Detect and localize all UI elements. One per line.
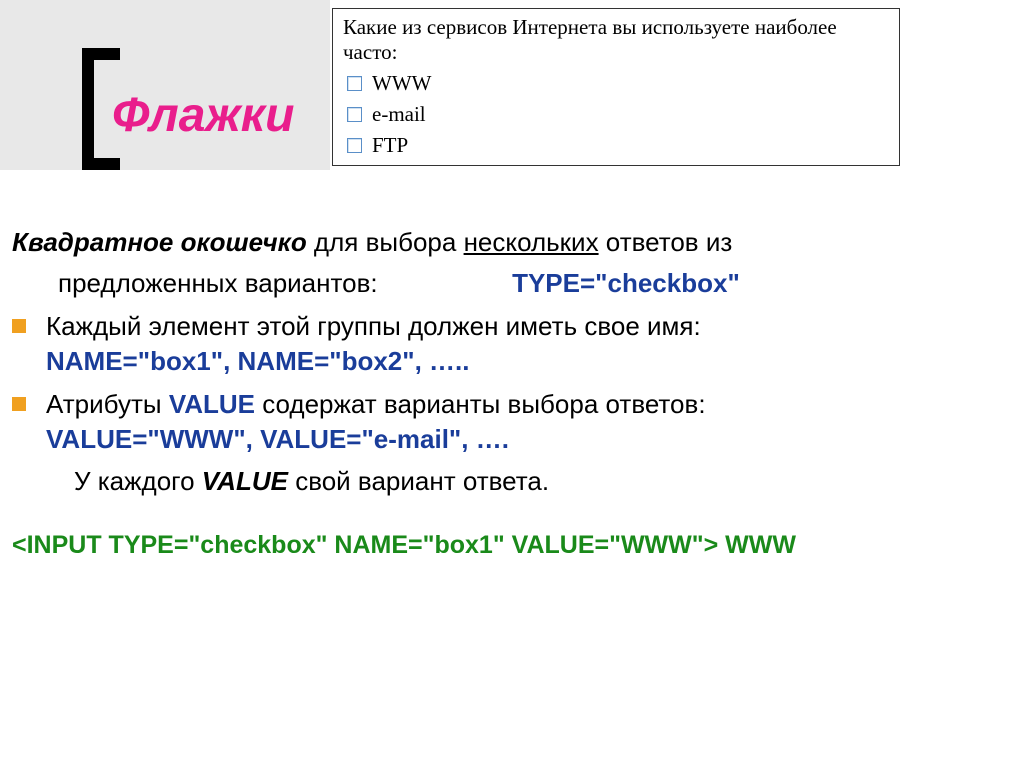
- checkbox-row-email: e-mail: [347, 102, 889, 127]
- example-question: Какие из сервисов Интернета вы используе…: [343, 15, 889, 65]
- bullet-2-code: VALUE="WWW", VALUE="e-mail", ….: [46, 424, 509, 454]
- code-example: <INPUT TYPE="checkbox" NAME="box1" VALUE…: [12, 529, 984, 563]
- bullet-1: Каждый элемент этой группы должен иметь …: [12, 309, 984, 379]
- intro-text-2: ответов из: [599, 227, 733, 257]
- checkbox-icon[interactable]: [347, 107, 362, 122]
- bullet-1-line: Каждый элемент этой группы должен иметь …: [46, 311, 701, 341]
- bullet-2: Атрибуты VALUE содержат варианты выбора …: [12, 387, 984, 457]
- checkbox-example-box: Какие из сервисов Интернета вы используе…: [332, 8, 900, 166]
- checkbox-label: FTP: [372, 133, 408, 158]
- bullet-2-pre: Атрибуты: [46, 389, 169, 419]
- value-note: У каждого VALUE свой вариант ответа.: [12, 464, 984, 499]
- bullet-1-text: Каждый элемент этой группы должен иметь …: [46, 309, 984, 379]
- bullet-2-post: содержат варианты выбора ответов:: [255, 389, 706, 419]
- square-bullet-icon: [12, 319, 26, 333]
- slide-title: Флажки: [112, 88, 294, 143]
- intro-paragraph: Квадратное окошечко для выбора нескольки…: [12, 225, 984, 260]
- intro-underlined: нескольких: [464, 227, 599, 257]
- bullet-2-kw: VALUE: [169, 389, 255, 419]
- note-post: свой вариант ответа.: [288, 466, 549, 496]
- intro-line2: предложенных вариантов: TYPE="checkbox": [12, 266, 984, 301]
- checkbox-row-ftp: FTP: [347, 133, 889, 158]
- checkbox-icon[interactable]: [347, 138, 362, 153]
- type-attribute: TYPE="checkbox": [512, 268, 740, 298]
- checkbox-icon[interactable]: [347, 76, 362, 91]
- checkbox-label: e-mail: [372, 102, 426, 127]
- bullet-1-code: NAME="box1", NAME="box2", …..: [46, 346, 470, 376]
- content-area: Квадратное окошечко для выбора нескольки…: [12, 225, 984, 562]
- intro-line2-text: предложенных вариантов:: [58, 268, 378, 298]
- note-pre: У каждого: [74, 466, 202, 496]
- square-bullet-icon: [12, 397, 26, 411]
- checkbox-row-www: WWW: [347, 71, 889, 96]
- note-kw: VALUE: [202, 466, 288, 496]
- bullet-2-text: Атрибуты VALUE содержат варианты выбора …: [46, 387, 984, 457]
- checkbox-label: WWW: [372, 71, 431, 96]
- title-background: [0, 0, 330, 170]
- intro-text-1: для выбора: [307, 227, 464, 257]
- intro-lead: Квадратное окошечко: [12, 227, 307, 257]
